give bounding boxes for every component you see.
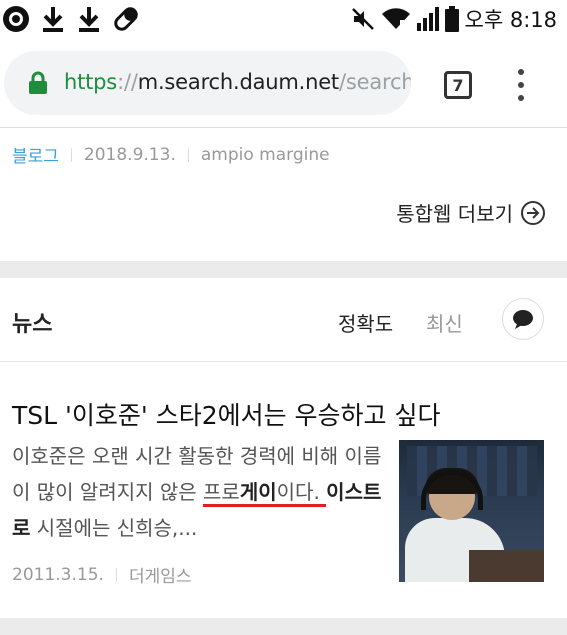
- news-header: 뉴스 정확도 최신: [0, 278, 567, 362]
- more-web-link[interactable]: 통합웹 더보기: [396, 198, 545, 227]
- overflow-menu-icon[interactable]: [516, 69, 526, 101]
- mute-icon: [351, 8, 374, 30]
- more-web-label: 통합웹 더보기: [396, 202, 513, 226]
- news-section: 뉴스 정확도 최신 TSL '이호준' 스타2에서는 우승하고 싶다 이호준은 …: [0, 278, 567, 618]
- snippet-text: 시절에는 신희승,...: [30, 516, 198, 540]
- section-title: 뉴스: [12, 312, 53, 337]
- blog-result-meta: 블로그 2018.9.13. ampio margine: [12, 142, 330, 168]
- result-source[interactable]: 블로그: [12, 142, 59, 167]
- snippet-keyword: 이: [258, 480, 277, 504]
- result-date: 2018.9.13.: [83, 144, 176, 165]
- battery-icon: [444, 6, 459, 32]
- signal-icon: [416, 7, 439, 31]
- sort-accuracy-tab[interactable]: 정확도: [338, 308, 393, 337]
- download-icon: [43, 7, 63, 32]
- url-text[interactable]: https://m.search.daum.net/search?: [64, 70, 411, 94]
- url-scheme: https: [64, 70, 118, 94]
- article-publisher[interactable]: 더게임스: [129, 562, 192, 587]
- record-icon: [3, 6, 29, 32]
- snippet-keyword: 게: [239, 480, 259, 504]
- url-path: /search?: [338, 70, 411, 94]
- comment-button[interactable]: [502, 298, 544, 340]
- wifi-icon: [381, 8, 410, 30]
- arrow-right-icon: [521, 200, 545, 225]
- status-bar: 오후 8:18: [0, 0, 567, 36]
- pill-icon: [114, 7, 138, 31]
- snippet-text: 이다.: [276, 480, 327, 504]
- article-thumbnail[interactable]: [399, 440, 544, 582]
- article-title[interactable]: TSL '이호준' 스타2에서는 우승하고 싶다: [12, 396, 441, 432]
- article-meta: 2011.3.15. 더게임스: [12, 562, 192, 588]
- status-time: 오후 8:18: [464, 8, 557, 32]
- tab-switcher-button[interactable]: 7: [444, 71, 472, 99]
- speech-bubble-icon: [513, 310, 533, 329]
- sort-latest-tab[interactable]: 최신: [426, 308, 463, 337]
- article-date: 2011.3.15.: [12, 564, 104, 585]
- address-bar[interactable]: https://m.search.daum.net/search?: [4, 51, 411, 115]
- status-left-icons: [2, 5, 140, 33]
- status-right-icons: 오후 8:18: [351, 4, 557, 34]
- divider: [70, 147, 72, 162]
- url-separator: ://: [117, 70, 138, 94]
- snippet-highlight-text: 프로: [203, 480, 240, 504]
- article-snippet[interactable]: 이호준은 오랜 시간 활동한 경력에 비해 이름이 많이 알려지지 않은 프로게…: [12, 438, 382, 546]
- divider: [187, 147, 189, 162]
- divider: [115, 567, 117, 582]
- result-author[interactable]: ampio margine: [201, 145, 330, 165]
- tab-count: 7: [452, 75, 464, 95]
- snippet-highlight: 프로게: [203, 480, 259, 507]
- browser-toolbar: https://m.search.daum.net/search? 7: [0, 36, 567, 128]
- download-icon: [79, 7, 99, 32]
- snippet-highlight: 이이다.: [258, 480, 327, 507]
- blog-result-card: 블로그 2018.9.13. ampio margine 통합웹 더보기: [0, 128, 567, 261]
- lock-icon: [29, 71, 47, 94]
- url-host: m.search.daum.net: [137, 70, 339, 94]
